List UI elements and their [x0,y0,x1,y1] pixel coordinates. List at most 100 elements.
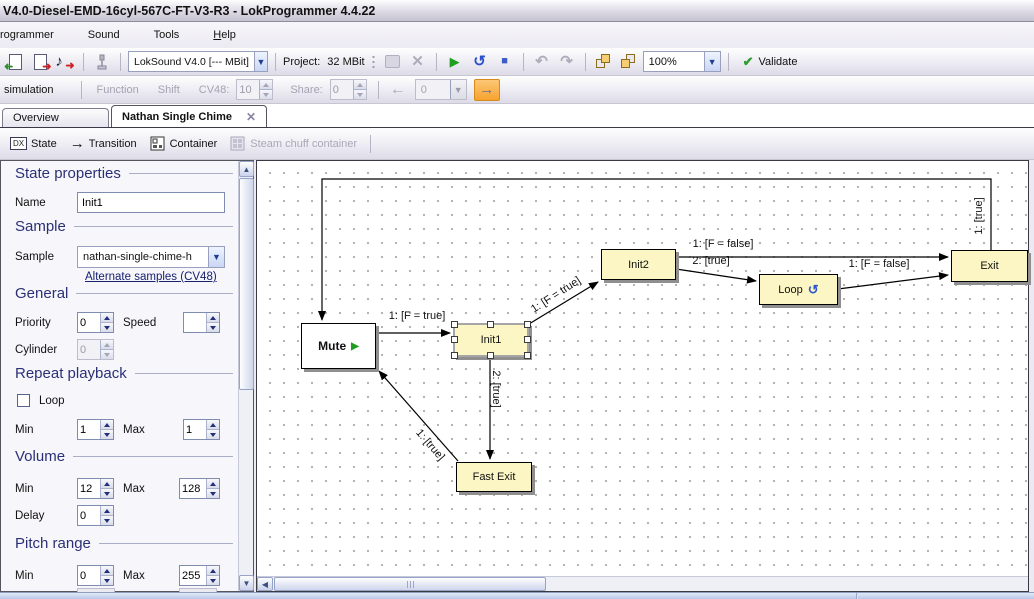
spin-up-icon[interactable] [207,479,219,488]
loop-checkbox[interactable] [17,394,30,407]
add-container-button[interactable]: Container [146,134,222,154]
priority-input[interactable] [78,313,100,332]
volume-min-spinner[interactable] [77,478,114,499]
transition-label[interactable]: 1: [true] [973,197,985,234]
export-project-button[interactable]: ➜ [29,51,51,73]
state-node-init2[interactable]: Init2 [601,249,676,280]
volume-max-spinner[interactable] [179,478,220,499]
panel-scroll-thumb[interactable] [239,178,254,390]
pitch-max-input[interactable] [180,566,206,585]
spin-down-icon[interactable] [101,515,113,525]
spin-down-icon[interactable] [101,322,113,332]
spin-down-icon[interactable] [101,429,113,439]
validate-button[interactable]: ✔ Validate [736,51,805,73]
spin-down-icon[interactable] [207,322,219,332]
selection-handle[interactable] [524,336,531,343]
spin-down-icon[interactable] [207,429,219,439]
state-node-loop[interactable]: Loop ↺ [759,274,838,305]
repeat-min-spinner[interactable] [77,419,114,440]
export-sound-button[interactable]: ♪➜ [54,51,76,73]
stop-button[interactable]: ■ [494,51,516,73]
volume-delay-spinner[interactable] [77,505,114,526]
sample-select[interactable]: nathan-single-chime-h ▼ [77,246,225,268]
spin-up-icon[interactable] [207,566,219,575]
pitch-min-input[interactable] [78,566,100,585]
menu-sound[interactable]: Sound [78,26,130,44]
transition-label[interactable]: 1: [F = true] [389,310,446,322]
name-input[interactable] [77,192,225,213]
spin-down-icon[interactable] [207,575,219,585]
volume-max-input[interactable] [180,479,206,498]
spin-up-icon[interactable] [207,420,219,429]
selection-handle[interactable] [487,352,494,359]
selection-handle[interactable] [451,321,458,328]
volume-min-input[interactable] [78,479,100,498]
scroll-up-icon[interactable]: ▲ [239,161,254,177]
play-button[interactable]: ▶ [444,51,466,73]
transition-label[interactable]: 1: [true] [413,427,447,463]
repeat-min-input[interactable] [78,420,100,439]
canvas-scroll-thumb[interactable] [274,577,546,591]
spin-up-icon[interactable] [101,479,113,488]
simulation-label[interactable]: simulation [4,84,54,96]
spin-up-icon[interactable] [101,313,113,322]
tab-nathan-single-chime[interactable]: Nathan Single Chime ✕ [111,105,267,127]
selection-handle[interactable] [524,321,531,328]
tab-close-icon[interactable]: ✕ [236,110,256,124]
spin-down-icon[interactable] [101,488,113,498]
spin-down-icon[interactable] [207,488,219,498]
open-project-button[interactable]: ➜ [4,51,26,73]
spin-down-icon[interactable] [101,575,113,585]
selection-handle[interactable] [451,352,458,359]
add-state-button[interactable]: DX State [6,135,61,152]
send-to-back-button[interactable] [618,51,640,73]
transition-label[interactable]: 2: [true] [490,370,502,407]
add-transition-button[interactable]: → Transition [66,134,141,153]
menu-tools[interactable]: Tools [144,26,190,44]
zoom-select[interactable]: 100% ▼ [643,51,721,72]
state-node-mute[interactable]: Mute ▶ [301,323,376,369]
scroll-left-icon[interactable]: ◀ [257,577,273,591]
chevron-down-icon[interactable]: ▼ [704,52,720,71]
repeat-max-spinner[interactable] [183,419,220,440]
scroll-down-icon[interactable]: ▼ [239,575,254,591]
programmer-device-button[interactable] [91,51,113,73]
spin-up-icon[interactable] [207,313,219,322]
loop-play-button[interactable]: ↺ [469,51,491,73]
spin-up-icon[interactable] [101,506,113,515]
state-node-exit[interactable]: Exit [951,250,1028,282]
transition-label[interactable]: 1: [F = false] [849,258,910,270]
node-label: Init2 [628,259,649,271]
alternate-samples-link[interactable]: Alternate samples (CV48) [85,271,217,283]
tab-overview[interactable]: Overview [2,108,109,127]
menu-programmer[interactable]: rogrammer [0,26,64,44]
repeat-max-input[interactable] [184,420,206,439]
spin-up-icon[interactable] [101,420,113,429]
transition-init2-loop[interactable] [676,269,756,281]
chevron-down-icon[interactable]: ▼ [254,52,267,71]
selection-handle[interactable] [451,336,458,343]
transition-label[interactable]: 1: [F = true] [529,275,583,316]
speed-input[interactable] [184,313,206,332]
bring-to-front-button[interactable] [593,51,615,73]
state-node-fast-exit[interactable]: Fast Exit [456,462,532,492]
menu-help[interactable]: Help [203,26,246,44]
chevron-down-icon[interactable]: ▼ [208,247,224,267]
pitch-max-spinner[interactable] [179,565,220,586]
transition-loop-exit[interactable] [838,275,948,289]
selection-handle[interactable] [487,321,494,328]
transition-label[interactable]: 1: [F = false] [693,238,754,250]
speed-spinner[interactable] [183,312,220,333]
step-forward-button[interactable]: → [474,79,500,101]
spin-down-icon [354,89,366,99]
transition-label[interactable]: 2: [true] [692,255,729,267]
spin-up-icon[interactable] [101,566,113,575]
volume-delay-input[interactable] [78,506,100,525]
pitch-min-spinner[interactable] [77,565,114,586]
selection-handle[interactable] [524,352,531,359]
transition-fastexit-mute[interactable] [379,371,458,461]
priority-spinner[interactable] [77,312,114,333]
decoder-type-select[interactable]: LokSound V4.0 [--- MBit] ▼ [128,51,268,72]
state-diagram-canvas[interactable]: 1: [true] 1: [F = true] 1: [F = true] 1:… [256,160,1029,592]
state-node-init1[interactable]: Init1 [453,323,529,357]
